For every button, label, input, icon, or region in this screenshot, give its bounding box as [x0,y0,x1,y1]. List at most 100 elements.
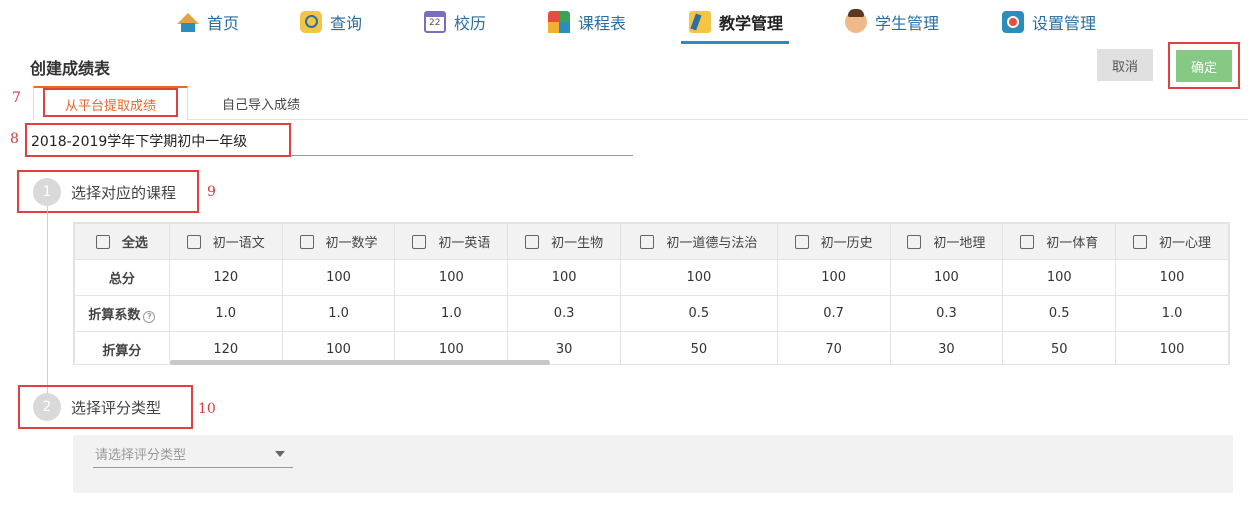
nav-student[interactable]: 学生管理 [845,0,939,44]
course-name: 初一心理 [1159,236,1212,251]
nav-teaching[interactable]: 教学管理 [680,0,790,44]
annotation-box-step1 [17,170,199,213]
annotation-7: 7 [12,90,21,106]
row-label-total: 总分 [74,259,170,296]
course-table: 全选 初一语文 初一数学 初一英语 初一生物 初一道德与法治 初一历史 初一地理… [74,223,1229,364]
table-cell[interactable]: 0.7 [776,295,891,332]
course-name: 初一数学 [325,236,378,251]
annotation-box-step2 [18,385,193,429]
nav-home-label: 首页 [207,14,240,33]
step-connector [47,206,48,401]
course-checkbox[interactable] [794,235,809,249]
row-label-coefficient-text: 折算系数 [88,308,141,323]
course-header[interactable]: 初一历史 [776,223,891,260]
table-cell: 100 [1115,331,1229,364]
row-label-converted: 折算分 [74,331,170,364]
grading-type-select[interactable]: 请选择评分类型 [93,440,293,468]
student-icon [845,9,867,33]
select-all-cell[interactable]: 全选 [74,223,170,260]
nav-schedule[interactable]: 课程表 [548,0,626,44]
course-checkbox[interactable] [1020,235,1035,249]
course-table-container: 全选 初一语文 初一数学 初一英语 初一生物 初一道德与法治 初一历史 初一地理… [73,222,1230,365]
page-title: 创建成绩表 [30,59,111,78]
tab-import[interactable]: 自己导入成绩 [196,86,326,120]
course-header[interactable]: 初一心理 [1115,223,1229,260]
table-cell: 70 [776,331,891,364]
nav-search-label: 查询 [330,14,363,33]
course-name: 初一地理 [933,236,986,251]
table-cell[interactable]: 0.5 [1002,295,1117,332]
table-cell[interactable]: 1.0 [281,295,396,332]
table-cell: 100 [1002,259,1117,296]
course-header[interactable]: 初一数学 [281,223,396,260]
table-header-row: 全选 初一语文 初一数学 初一英语 初一生物 初一道德与法治 初一历史 初一地理… [74,223,1229,260]
nav-schedule-label: 课程表 [578,14,627,33]
table-cell: 50 [620,331,778,364]
course-header[interactable]: 初一体育 [1002,223,1117,260]
course-name: 初一历史 [820,236,873,251]
course-checkbox[interactable] [907,235,922,249]
table-row: 总分 120 100 100 100 100 100 100 100 100 [74,259,1229,296]
annotation-box-name [25,123,291,157]
help-icon[interactable]: ? [143,311,156,323]
course-checkbox[interactable] [412,235,427,249]
row-label-coefficient: 折算系数? [74,295,170,332]
settings-icon [1002,11,1024,33]
table-cell: 50 [1002,331,1117,364]
nav-teaching-label: 教学管理 [719,14,784,33]
course-header[interactable]: 初一语文 [168,223,283,260]
course-name: 初一道德与法治 [666,236,758,251]
table-cell: 100 [281,259,396,296]
table-horizontal-scrollbar[interactable] [170,360,550,365]
table-cell[interactable]: 1.0 [394,295,509,332]
cancel-button[interactable]: 取消 [1097,49,1153,81]
select-all-checkbox[interactable] [95,235,110,249]
annotation-8: 8 [10,131,19,147]
table-cell: 100 [889,259,1004,296]
course-name: 初一生物 [551,236,604,251]
course-checkbox[interactable] [186,235,201,249]
course-name: 初一语文 [212,236,265,251]
nav-calendar-label: 校历 [454,14,487,33]
table-cell[interactable]: 1.0 [1115,295,1229,332]
table-cell: 100 [1115,259,1229,296]
search-icon [300,11,322,33]
table-cell[interactable]: 0.5 [620,295,778,332]
annotation-10: 10 [198,401,216,417]
nav-calendar[interactable]: 校历 [424,0,486,44]
nav-settings[interactable]: 设置管理 [1002,0,1096,44]
table-row: 折算系数? 1.0 1.0 1.0 0.3 0.5 0.7 0.3 0.5 1.… [74,295,1229,332]
table-cell: 30 [889,331,1004,364]
nav-student-label: 学生管理 [875,14,940,33]
nav-home[interactable]: 首页 [177,0,239,44]
schedule-icon [548,11,570,33]
course-checkbox[interactable] [299,235,314,249]
select-all-label: 全选 [121,236,148,251]
table-cell: 100 [776,259,891,296]
teaching-icon [689,11,711,33]
table-cell: 100 [620,259,778,296]
course-checkbox[interactable] [1133,235,1148,249]
calendar-icon [424,11,446,33]
course-header[interactable]: 初一英语 [394,223,509,260]
annotation-box-tab [43,88,178,117]
nav-settings-label: 设置管理 [1032,14,1097,33]
table-cell[interactable]: 1.0 [168,295,283,332]
table-cell: 100 [394,259,509,296]
course-header[interactable]: 初一生物 [507,223,622,260]
course-name: 初一体育 [1046,236,1099,251]
annotation-9: 9 [207,184,216,200]
course-checkbox[interactable] [640,235,655,249]
table-cell[interactable]: 0.3 [889,295,1004,332]
course-checkbox[interactable] [525,235,540,249]
table-cell[interactable]: 0.3 [507,295,622,332]
table-cell: 100 [507,259,622,296]
grading-type-placeholder: 请选择评分类型 [95,448,187,463]
annotation-box-confirm [1168,42,1240,89]
nav-search[interactable]: 查询 [300,0,362,44]
tab-divider [188,119,1248,120]
table-cell: 120 [168,259,283,296]
home-icon [177,12,199,32]
course-header[interactable]: 初一道德与法治 [620,223,778,260]
course-header[interactable]: 初一地理 [889,223,1004,260]
